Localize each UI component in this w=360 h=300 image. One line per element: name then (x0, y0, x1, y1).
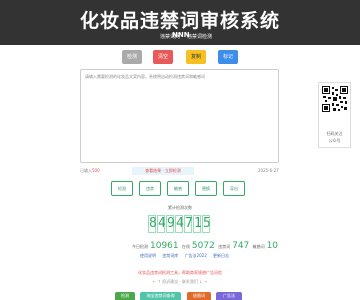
stat-label-1: 今日检测 (132, 244, 148, 249)
info-link[interactable]: 使用说明 (140, 253, 156, 258)
bottom-button-4[interactable]: 广告法 (216, 292, 242, 300)
info-link[interactable]: 违禁词库 (162, 253, 178, 258)
stat-value-1: 10961 (150, 241, 179, 251)
promo-text[interactable]: 化妆品违禁词检测工具，帮助商家规避广告风险 (0, 270, 360, 276)
counter-digit: 7 (184, 215, 193, 233)
bottom-button-1[interactable]: 检测 (115, 292, 135, 300)
counter-digit: 4 (175, 215, 184, 233)
header-bar: 化妆品违禁词审核系统 违禁词网 NNN 违禁词检测 (0, 0, 360, 45)
counter-label: 已输入 (80, 168, 92, 173)
qr-caption: 扫码关注 (326, 131, 343, 136)
action-button-4[interactable]: 替换 (195, 181, 217, 196)
page-title: 化妆品违禁词审核系统 (79, 10, 280, 32)
promo-subtext[interactable]: ← ↑ 投诉建议 · 联系我们 ↓ → (0, 279, 360, 285)
info-links: 使用说明 违禁词库 广告法2022 更新日志 (140, 253, 234, 259)
counter-digit: 9 (166, 215, 175, 233)
total-counter: 8 4 9 4 7 1 5 (148, 215, 211, 233)
notice-bar[interactable]: 查看结果 · 立即检测 (132, 167, 194, 175)
tool-button-2[interactable]: 清空 (153, 50, 173, 64)
date-text: 2025-6-27 (258, 168, 279, 173)
action-button-1[interactable]: 检测 (111, 181, 133, 196)
stat-label-2: 在线 (181, 244, 190, 249)
qr-panel: 扫码关注 公众号 (318, 82, 351, 148)
bottom-button-3[interactable]: 极限词 (187, 292, 211, 300)
char-counter: 已输入500 (80, 168, 100, 174)
action-button-3[interactable]: 敏感 (167, 181, 189, 196)
stats-row: 今日检测 10961 在线 5072 违禁词 747 敏感词 10 (132, 241, 280, 251)
info-link[interactable]: 更新日志 (213, 253, 229, 258)
tool-button-1[interactable]: 检测 (122, 50, 142, 64)
counter-digit: 5 (202, 215, 211, 233)
counter-digit: 8 (148, 215, 157, 233)
counter-digit: 4 (157, 215, 166, 233)
text-editor[interactable]: 请输入需要检测的化妆品文案内容，系统将自动检测违禁词和敏感词 (80, 69, 279, 163)
stat-label-3: 违禁词 (218, 244, 231, 249)
tool-button-4[interactable]: 标记 (218, 50, 238, 64)
stat-value-4: 10 (266, 241, 279, 251)
qr-code-icon (322, 86, 348, 112)
stat-label-4: 敏感词 (252, 244, 265, 249)
stats-title: 累计检测次数 (168, 205, 192, 210)
counter-digit: 1 (193, 215, 202, 233)
qr-subcaption: 公众号 (328, 138, 341, 143)
editor-placeholder: 请输入需要检测的化妆品文案内容，系统将自动检测违禁词和敏感词 (85, 74, 205, 79)
action-button-2[interactable]: 违禁 (139, 181, 161, 196)
stat-value-2: 5072 (191, 241, 215, 251)
header-link[interactable]: 违禁词检测 (187, 33, 212, 40)
action-button-5[interactable]: 导出 (223, 181, 245, 196)
bottom-button-2[interactable]: 淘宝违禁词查询 (140, 292, 181, 300)
counter-value: 500 (92, 168, 100, 173)
stat-value-3: 747 (232, 241, 250, 251)
info-link[interactable]: 广告法2022 (185, 253, 207, 258)
tool-button-3[interactable]: 复制 (186, 50, 206, 64)
